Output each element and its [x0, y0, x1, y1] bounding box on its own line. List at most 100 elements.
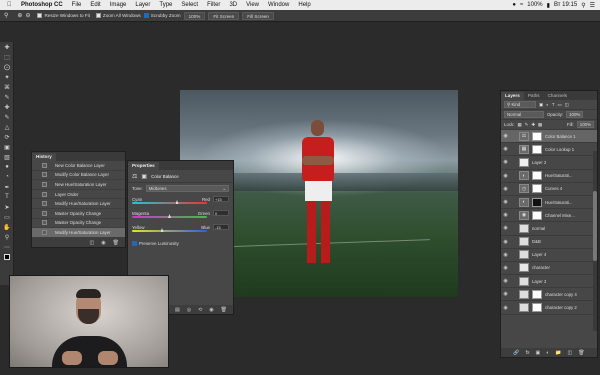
gradient-tool-icon[interactable]: ▧: [0, 152, 14, 162]
preserve-luminosity-checkbox[interactable]: [132, 240, 137, 246]
layer-row[interactable]: ◉ normal: [501, 222, 597, 236]
visibility-eye-icon[interactable]: ◉: [501, 278, 510, 284]
zoom-tool-icon[interactable]: ⚲: [4, 12, 8, 19]
tab-layers[interactable]: Layers: [501, 92, 524, 100]
history-item[interactable]: Modify Hue/Saturation Layer: [32, 199, 125, 209]
menu-help[interactable]: Help: [294, 2, 315, 8]
reset-icon[interactable]: ⟲: [198, 307, 202, 313]
visibility-eye-icon[interactable]: ◉: [501, 252, 510, 258]
history-item[interactable]: Master Opacity Change: [32, 219, 125, 229]
layer-row[interactable]: ◉ D&B: [501, 236, 597, 249]
view-previous-icon[interactable]: ◎: [187, 307, 191, 313]
layer-row[interactable]: ◉ ⚖ Color Balance 1: [501, 130, 597, 144]
dodge-tool-icon[interactable]: ◔: [0, 172, 14, 182]
clock[interactable]: Вт 19:15: [554, 2, 577, 8]
menu-window[interactable]: Window: [264, 2, 294, 8]
visibility-eye-icon[interactable]: ◉: [501, 133, 510, 139]
clone-stamp-icon[interactable]: △: [0, 122, 14, 132]
visibility-eye-icon[interactable]: ◉: [501, 239, 510, 245]
visibility-eye-icon[interactable]: ◉: [501, 146, 510, 152]
battery-icon[interactable]: ▮: [547, 2, 550, 9]
menu-filter[interactable]: Filter: [203, 2, 225, 8]
history-item-selected[interactable]: Modify Hue/Saturation Layer: [32, 228, 125, 238]
layer-row[interactable]: ◉ character: [501, 262, 597, 276]
brush-tool-icon[interactable]: ✎: [0, 112, 14, 122]
zoom-all-checkbox[interactable]: Zoom All Windows: [95, 13, 141, 19]
blur-tool-icon[interactable]: ●: [0, 162, 14, 172]
lasso-tool-icon[interactable]: ⨀: [0, 62, 14, 72]
layer-row[interactable]: ◉ Layer 3: [501, 275, 597, 289]
menu-select[interactable]: Select: [177, 2, 203, 8]
zoom-out-icon[interactable]: ⊖: [25, 12, 30, 19]
type-tool-icon[interactable]: T: [0, 192, 14, 202]
yellow-blue-slider[interactable]: [132, 228, 207, 232]
visibility-eye-icon[interactable]: ◉: [501, 159, 510, 165]
layer-row[interactable]: ◉ Layer 2: [501, 156, 597, 170]
layer-row[interactable]: ◉ ◉ Channel Mixe...: [501, 209, 597, 223]
layer-row[interactable]: ◉ ◐ Hue/Saturati...: [501, 196, 597, 210]
mask-icon[interactable]: ▣: [141, 173, 147, 180]
filter-type-icon[interactable]: T: [552, 102, 555, 107]
delete-adjustment-icon[interactable]: 🗑: [221, 307, 227, 313]
filter-shape-icon[interactable]: ▭: [558, 102, 562, 108]
resize-windows-checkbox[interactable]: Resize Windows to Fit: [37, 13, 90, 19]
visibility-eye-icon[interactable]: ◉: [501, 291, 510, 297]
zoom-in-icon[interactable]: ⊕: [17, 12, 22, 19]
menu-type[interactable]: Type: [155, 2, 177, 8]
hand-tool-icon[interactable]: ✋: [0, 222, 14, 232]
layer-row[interactable]: ◉ Layer 4: [501, 249, 597, 262]
menu-layer[interactable]: Layer: [131, 2, 155, 8]
filter-smart-icon[interactable]: ◫: [565, 102, 569, 108]
new-document-from-state-icon[interactable]: ◫: [90, 240, 95, 246]
history-item[interactable]: New Color Balance Layer: [32, 161, 125, 171]
scrubby-zoom-checkbox[interactable]: Scrubby Zoom: [143, 13, 181, 19]
history-item[interactable]: Modify Color Balance Layer: [32, 171, 125, 181]
wifi-icon[interactable]: ≈: [520, 2, 523, 8]
opacity-input[interactable]: 100%: [566, 111, 584, 118]
new-layer-icon[interactable]: ◫: [568, 350, 573, 356]
delete-state-icon[interactable]: 🗑: [113, 240, 119, 246]
lock-pixels-icon[interactable]: ▦: [518, 122, 522, 128]
menu-3d[interactable]: 3D: [225, 2, 242, 8]
add-mask-icon[interactable]: ▣: [536, 350, 541, 356]
history-item[interactable]: Master Opacity Change: [32, 209, 125, 219]
tab-history[interactable]: History: [32, 153, 56, 161]
move-tool-icon[interactable]: ✚: [0, 42, 14, 52]
eraser-icon[interactable]: ▣: [0, 142, 14, 152]
eyedropper-icon[interactable]: ✎: [0, 92, 14, 102]
history-brush-icon[interactable]: ⟳: [0, 132, 14, 142]
layer-row[interactable]: ◉ character copy 4: [501, 288, 597, 302]
menu-view[interactable]: View: [242, 2, 264, 8]
magic-wand-icon[interactable]: ✦: [0, 72, 14, 82]
magenta-green-value[interactable]: 0: [213, 210, 229, 216]
layer-row[interactable]: ◉ ◐ Hue/Saturati...: [501, 170, 597, 183]
lock-paint-icon[interactable]: ✎: [525, 122, 529, 128]
layers-scrollbar[interactable]: [593, 151, 597, 331]
visibility-eye-icon[interactable]: ◉: [501, 305, 510, 311]
apple-menu-icon[interactable]: : [0, 2, 17, 8]
crop-tool-icon[interactable]: ⌘: [0, 82, 14, 92]
marquee-tool-icon[interactable]: ⬚: [0, 52, 14, 62]
search-icon[interactable]: ⚲: [581, 2, 585, 9]
app-menu[interactable]: Photoshop CC: [17, 2, 68, 8]
visibility-icon[interactable]: ◉: [209, 307, 213, 313]
zoom-tool-side-icon[interactable]: ⚲: [0, 232, 14, 242]
menu-image[interactable]: Image: [105, 2, 131, 8]
cyan-red-slider[interactable]: [132, 200, 207, 204]
tab-paths[interactable]: Paths: [524, 92, 544, 100]
tab-properties[interactable]: Properties: [128, 162, 159, 170]
visibility-eye-icon[interactable]: ◉: [501, 199, 510, 205]
yellow-blue-value[interactable]: -15: [213, 224, 229, 230]
new-adjustment-icon[interactable]: ◐: [546, 350, 549, 356]
layer-row[interactable]: ◉ character copy 2: [501, 301, 597, 315]
blend-mode-select[interactable]: Normal: [504, 111, 544, 118]
control-center-icon[interactable]: ☰: [590, 2, 595, 9]
cyan-red-value[interactable]: +15: [213, 196, 229, 202]
path-select-icon[interactable]: ➤: [0, 202, 14, 212]
history-item[interactable]: Layer Order: [32, 190, 125, 200]
visibility-eye-icon[interactable]: ◉: [501, 265, 510, 271]
fill-input[interactable]: 100%: [576, 121, 594, 128]
more-tools-icon[interactable]: ⋯: [0, 242, 14, 252]
visibility-eye-icon[interactable]: ◉: [501, 212, 510, 218]
pen-tool-icon[interactable]: ✒: [0, 182, 14, 192]
